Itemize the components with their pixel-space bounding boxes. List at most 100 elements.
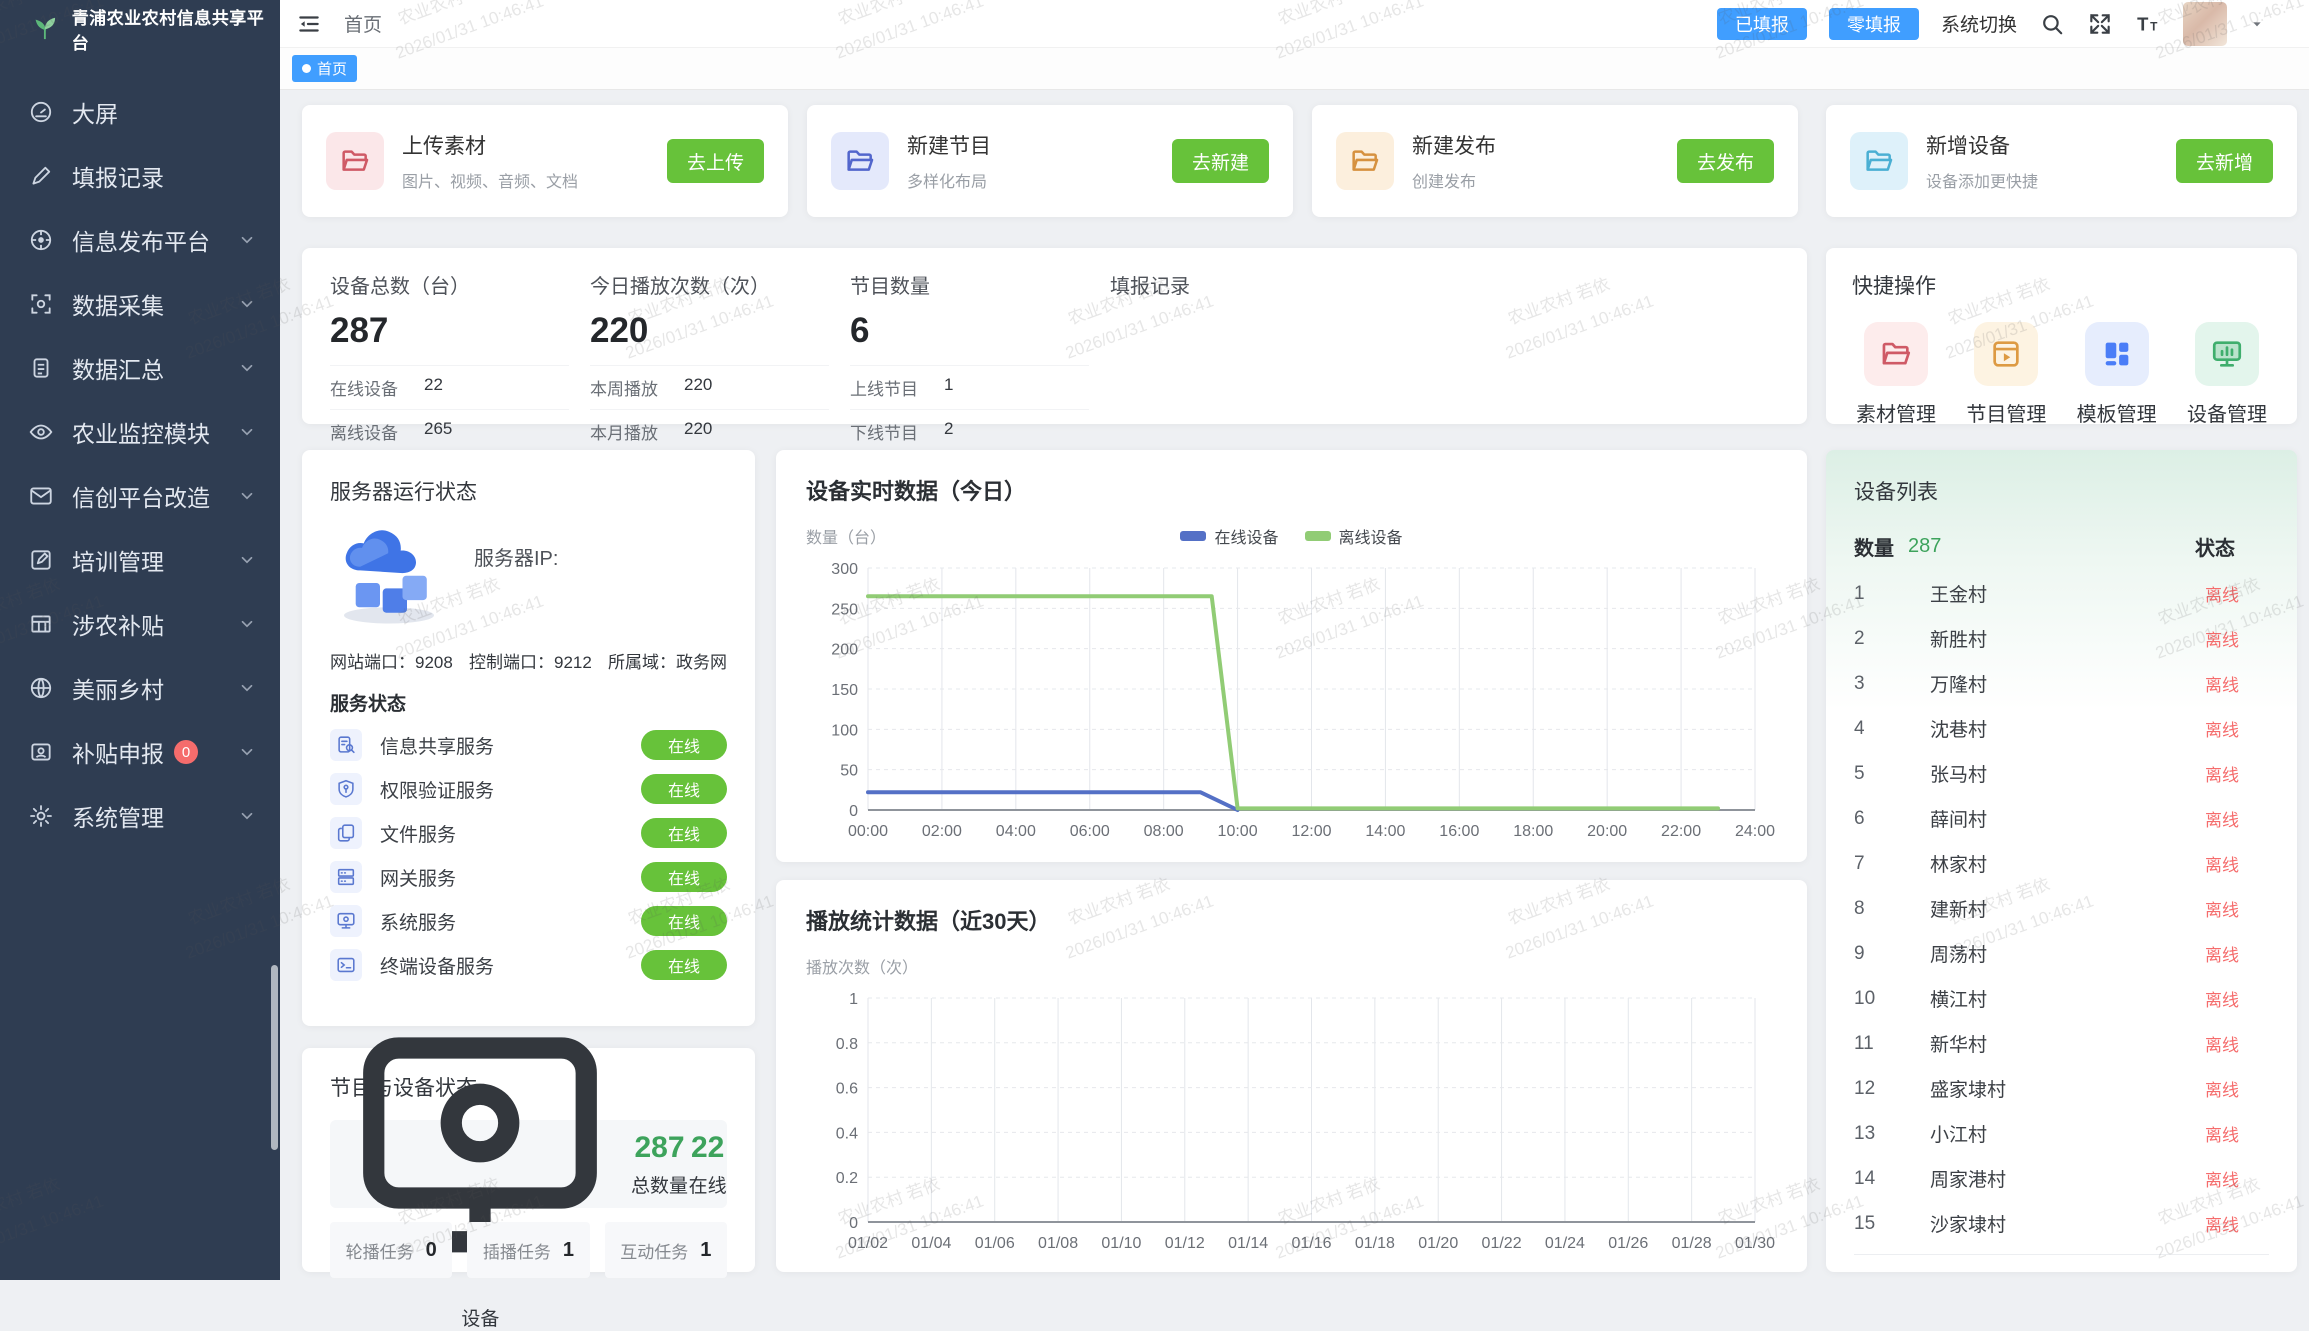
sidebar-item[interactable]: 补贴申报 0 <box>0 720 280 784</box>
system-switch[interactable]: 系统切换 <box>1941 10 2017 37</box>
action-card-subtitle: 设备添加更快捷 <box>1926 168 2038 192</box>
stat-value: 6 <box>850 311 1110 351</box>
chevron-down-icon <box>238 615 256 633</box>
sidebar-item[interactable]: 大屏 <box>0 80 280 144</box>
status-offline: 离线 <box>2205 896 2239 921</box>
stat-title: 填报记录 <box>1110 270 1779 299</box>
legend-item[interactable]: 在线设备 <box>1180 524 1278 548</box>
status-offline: 离线 <box>2205 626 2239 651</box>
legend-item[interactable]: 离线设备 <box>1305 524 1403 548</box>
svg-text:01/18: 01/18 <box>1355 1235 1395 1252</box>
device-row[interactable]: 5 张马村 离线 <box>1854 751 2269 796</box>
status-offline: 离线 <box>2205 851 2239 876</box>
line-chart: 00:0002:0004:0006:0008:0010:0012:0014:00… <box>806 556 1777 852</box>
device-list-card: 设备列表 数量 287 状态 1 王金村 离线 2 新胜村 离线 3 万隆村 离… <box>1826 450 2297 1272</box>
app-logo-row: 青浦农业农村信息共享平台 <box>0 0 280 58</box>
quick-action-tile[interactable]: 模板管理 <box>2077 322 2157 427</box>
fold-icon[interactable] <box>296 11 322 37</box>
svg-text:02:00: 02:00 <box>922 823 962 840</box>
idcard-icon <box>28 739 54 765</box>
quick-actions-panel: 快捷操作 素材管理 节目管理 模板管理 设备管理 <box>1826 248 2297 424</box>
device-row[interactable]: 15 沙家埭村 离线 <box>1854 1201 2269 1246</box>
stat-group: 填报记录 <box>1110 270 1779 402</box>
legend-swatch <box>1180 531 1206 541</box>
monitor-icon <box>330 905 362 937</box>
device-row[interactable]: 10 横江村 离线 <box>1854 976 2269 1021</box>
program-device-status-card: 节目与设备状态 设备 287 总数量 22 在线 轮播任务 0 插播任务 1 互 <box>302 1048 755 1272</box>
device-row[interactable]: 14 周家港村 离线 <box>1854 1156 2269 1201</box>
tagbar: 首页 <box>280 48 2309 90</box>
sidebar: 青浦农业农村信息共享平台 大屏 填报记录 信息发布平台 数据采集 <box>0 0 280 1280</box>
action-card-subtitle: 多样化布局 <box>907 168 991 192</box>
quick-action-tile[interactable]: 节目管理 <box>1966 322 2046 427</box>
service-row: 文件服务 在线 <box>330 818 727 848</box>
stat-sub-value: 220 <box>684 375 712 400</box>
file-copy-icon <box>330 817 362 849</box>
action-card-button[interactable]: 去上传 <box>667 139 764 183</box>
device-row[interactable]: 11 新华村 离线 <box>1854 1021 2269 1066</box>
action-card-button[interactable]: 去新建 <box>1172 139 1269 183</box>
action-card: 上传素材 图片、视频、音频、文档 去上传 <box>302 105 788 217</box>
sidebar-item[interactable]: 涉农补贴 <box>0 592 280 656</box>
stat-sub-label: 上线节目 <box>850 375 918 400</box>
task-stat-box: 插播任务 1 <box>467 1222 589 1278</box>
svg-text:18:00: 18:00 <box>1513 823 1553 840</box>
sidebar-item[interactable]: 信息发布平台 <box>0 208 280 272</box>
doc-search-icon <box>330 729 362 761</box>
device-row[interactable]: 3 万隆村 离线 <box>1854 661 2269 706</box>
svg-text:01/02: 01/02 <box>848 1235 888 1252</box>
stat-title: 今日播放次数（次） <box>590 270 850 299</box>
action-card-button[interactable]: 去发布 <box>1677 139 1774 183</box>
device-row[interactable]: 13 小江村 离线 <box>1854 1111 2269 1156</box>
avatar[interactable] <box>2183 2 2227 46</box>
service-row: 终端设备服务 在线 <box>330 950 727 980</box>
sidebar-item[interactable]: 信创平台改造 <box>0 464 280 528</box>
sidebar-item[interactable]: 农业监控模块 <box>0 400 280 464</box>
device-icon <box>2195 322 2259 386</box>
search-icon[interactable] <box>2039 11 2065 37</box>
quick-action-tile[interactable]: 设备管理 <box>2187 322 2267 427</box>
device-row[interactable]: 6 薛间村 离线 <box>1854 796 2269 841</box>
svg-text:22:00: 22:00 <box>1661 823 1701 840</box>
svg-text:0.2: 0.2 <box>836 1170 858 1187</box>
svg-text:0: 0 <box>849 1215 858 1232</box>
legend-swatch <box>1305 531 1331 541</box>
service-row: 网关服务 在线 <box>330 862 727 892</box>
chart-legend: 在线设备 离线设备 <box>806 524 1777 548</box>
sidebar-item[interactable]: 数据汇总 <box>0 336 280 400</box>
tab-home[interactable]: 首页 <box>292 55 357 82</box>
device-row[interactable]: 8 建新村 离线 <box>1854 886 2269 931</box>
sidebar-item[interactable]: 数据采集 <box>0 272 280 336</box>
device-row[interactable]: 9 周荡村 离线 <box>1854 931 2269 976</box>
device-row[interactable]: 12 盛家埭村 离线 <box>1854 1066 2269 1111</box>
fullscreen-icon[interactable] <box>2087 11 2113 37</box>
svg-text:12:00: 12:00 <box>1291 823 1331 840</box>
zero-report-button[interactable]: 零填报 <box>1829 8 1919 40</box>
device-row[interactable]: 1 王金村 离线 <box>1854 571 2269 616</box>
action-card-button[interactable]: 去新增 <box>2176 139 2273 183</box>
svg-text:00:00: 00:00 <box>848 823 888 840</box>
breadcrumb[interactable]: 首页 <box>344 10 382 37</box>
stat-sub-value: 22 <box>424 375 443 400</box>
filled-report-button[interactable]: 已填报 <box>1717 8 1807 40</box>
status-offline: 离线 <box>2205 806 2239 831</box>
svg-text:0.8: 0.8 <box>836 1036 858 1053</box>
svg-text:24:00: 24:00 <box>1735 823 1775 840</box>
device-row[interactable]: 2 新胜村 离线 <box>1854 616 2269 661</box>
sidebar-scrollbar[interactable] <box>271 965 278 1150</box>
folder-icon <box>326 132 384 190</box>
sidebar-item[interactable]: 系统管理 <box>0 784 280 848</box>
sidebar-item[interactable]: 美丽乡村 <box>0 656 280 720</box>
quick-action-tile[interactable]: 素材管理 <box>1856 322 1936 427</box>
sidebar-item[interactable]: 培训管理 <box>0 528 280 592</box>
caret-down-icon[interactable] <box>2249 16 2265 32</box>
chevron-down-icon <box>238 807 256 825</box>
sidebar-item[interactable]: 填报记录 <box>0 144 280 208</box>
device-row[interactable]: 4 沈巷村 离线 <box>1854 706 2269 751</box>
font-size-icon[interactable]: TT <box>2135 11 2161 37</box>
device-online-value: 22 <box>689 1131 727 1165</box>
device-row[interactable]: 7 林家村 离线 <box>1854 841 2269 886</box>
template-icon <box>2085 322 2149 386</box>
svg-text:01/28: 01/28 <box>1672 1235 1712 1252</box>
task-stat-box: 互动任务 1 <box>605 1222 727 1278</box>
